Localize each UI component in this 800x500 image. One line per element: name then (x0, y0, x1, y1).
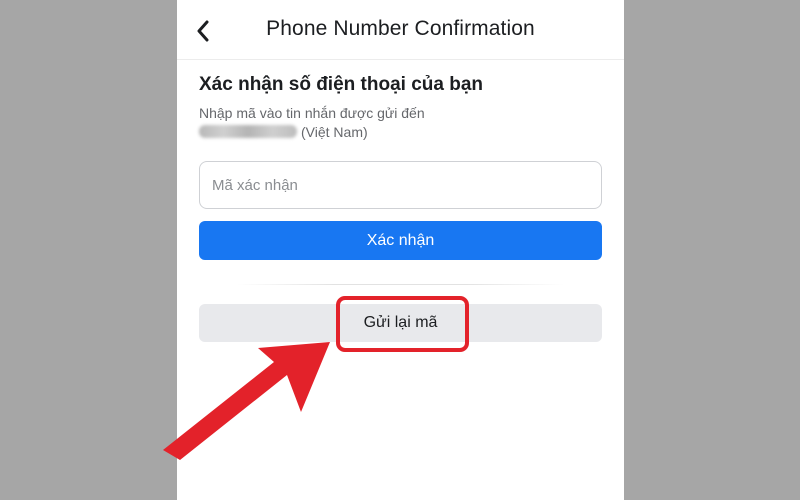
navigation-bar: Phone Number Confirmation (177, 0, 624, 60)
confirm-button-label: Xác nhận (366, 231, 435, 249)
resend-button-label: Gửi lại mã (363, 314, 438, 331)
confirm-button[interactable]: Xác nhận (199, 221, 602, 260)
country-label: (Việt Nam) (301, 124, 368, 140)
instruction-line: Nhập mã vào tin nhắn được gửi đến (199, 105, 425, 121)
confirmation-code-input[interactable] (199, 161, 602, 209)
blurred-phone-number (199, 125, 297, 138)
instruction-text: Nhập mã vào tin nhắn được gửi đến (Việt … (199, 104, 425, 142)
resend-code-button[interactable]: Gửi lại mã (199, 304, 602, 342)
page-title: Phone Number Confirmation (266, 17, 535, 40)
phone-screen: Phone Number Confirmation Xác nhận số đi… (177, 0, 624, 500)
section-divider (237, 284, 564, 285)
phone-number-line: (Việt Nam) (199, 123, 425, 142)
confirmation-heading: Xác nhận số điện thoại của bạn (199, 74, 483, 95)
